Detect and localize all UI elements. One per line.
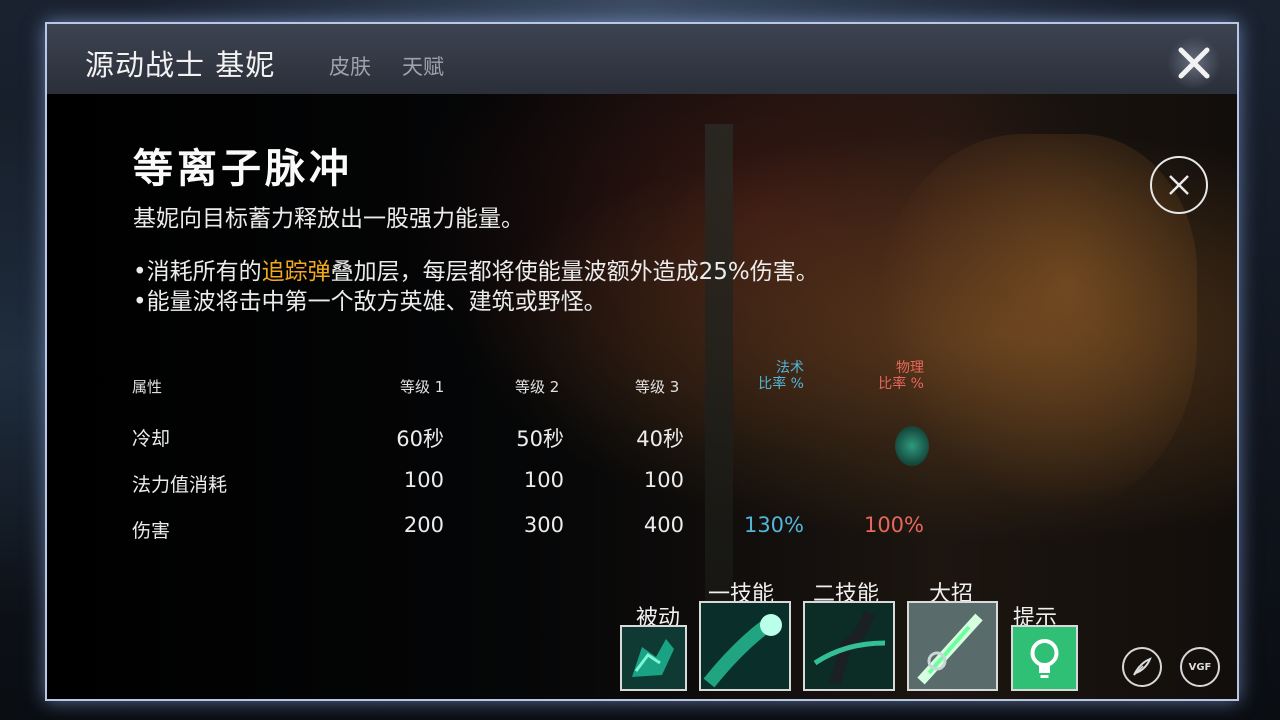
- hint-button[interactable]: [1011, 625, 1078, 691]
- header-magic-ratio: 法术 比率 %: [742, 360, 804, 392]
- champion-staff-artwork: [705, 124, 733, 644]
- ultimate-icon: [909, 603, 996, 689]
- champion-gem-artwork: [895, 426, 929, 466]
- skill-2-icon: [805, 603, 893, 689]
- header-magic-line2: 比率 %: [758, 376, 804, 392]
- close-icon: [1169, 175, 1189, 195]
- hero-name: 源动战士 基妮: [85, 48, 276, 82]
- feather-icon: [1133, 657, 1152, 676]
- vgf-button[interactable]: VGF: [1180, 647, 1220, 687]
- header-level-1: 等级 1: [400, 378, 445, 396]
- skill-2-button[interactable]: [803, 601, 895, 691]
- cooldown-level-3: 40秒: [636, 427, 684, 451]
- lore-button[interactable]: [1122, 647, 1162, 687]
- tab-talents[interactable]: 天赋: [402, 51, 444, 81]
- damage-level-2: 300: [523, 513, 564, 537]
- passive-skill-button[interactable]: [620, 625, 687, 691]
- mana-level-3: 100: [643, 468, 684, 492]
- title-bar: 源动战士 基妮 皮肤 天赋: [47, 24, 1237, 95]
- skill-description: 基妮向目标蓄力释放出一股强力能量。: [133, 206, 524, 232]
- row-label-damage: 伤害: [132, 520, 171, 542]
- header-phys-line1: 物理: [896, 360, 924, 376]
- skill-bullet-1: •消耗所有的追踪弹叠加层，每层都将使能量波额外造成25%伤害。: [133, 252, 819, 286]
- damage-level-3: 400: [643, 513, 684, 537]
- header-level-3: 等级 3: [635, 378, 680, 396]
- mana-level-2: 100: [523, 468, 564, 492]
- header-level-2: 等级 2: [515, 378, 560, 396]
- row-label-mana-cost: 法力值消耗: [132, 474, 228, 496]
- cooldown-level-2: 50秒: [516, 427, 564, 451]
- close-dialog-button[interactable]: [1167, 36, 1221, 90]
- ultimate-button[interactable]: [907, 601, 998, 691]
- passive-skill-icon: [622, 627, 685, 689]
- skill-1-button[interactable]: [699, 601, 791, 691]
- header-physical-ratio: 物理 比率 %: [862, 360, 924, 392]
- tab-skins[interactable]: 皮肤: [329, 51, 371, 81]
- skill-name: 等离子脉冲: [133, 145, 353, 192]
- cooldown-level-1: 60秒: [396, 427, 444, 451]
- header-attribute: 属性: [132, 378, 163, 396]
- vgf-label: VGF: [1188, 661, 1212, 673]
- header-phys-line2: 比率 %: [878, 376, 924, 392]
- close-icon: [1178, 47, 1210, 79]
- skill-1-icon: [701, 603, 789, 689]
- lightbulb-icon: [1013, 627, 1076, 689]
- damage-magic-ratio: 130%: [743, 513, 804, 537]
- damage-physical-ratio: 100%: [863, 513, 924, 537]
- skill-bullet-2: •能量波将击中第一个敌方英雄、建筑或野怪。: [133, 289, 607, 315]
- row-label-cooldown: 冷却: [132, 428, 171, 450]
- damage-level-1: 200: [403, 513, 444, 537]
- mana-level-1: 100: [403, 468, 444, 492]
- header-magic-line1: 法术: [776, 360, 804, 376]
- close-skill-button[interactable]: [1150, 156, 1208, 214]
